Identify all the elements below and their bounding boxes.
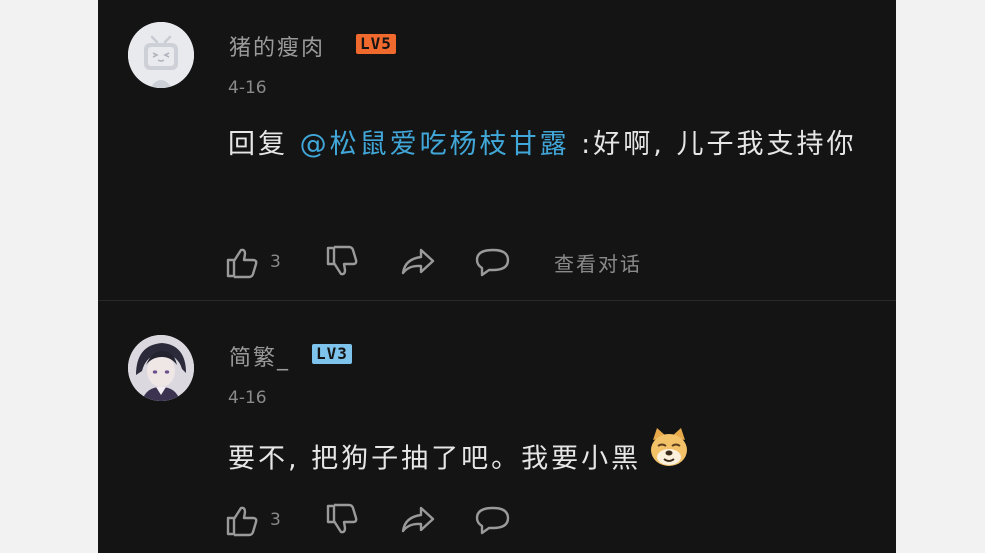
like-button[interactable]: 3 [224, 500, 281, 540]
username[interactable]: 猪的瘦肉 [229, 30, 325, 62]
comment-text: 回复 @松鼠爱吃杨枝甘露 :好啊, 儿子我支持你 [228, 121, 868, 169]
comment-item: 猪的瘦肉 LV5 4-16 回复 @松鼠爱吃杨枝甘露 :好啊, 儿子我支持你 3 [98, 0, 896, 300]
level-badge: LV5 [356, 34, 396, 54]
thumbs-down-icon [326, 503, 358, 534]
share-arrow-icon [401, 506, 435, 533]
view-conversation-link[interactable]: 查看对话 [554, 242, 642, 282]
comment-actions: 3 查看对话 [224, 242, 864, 282]
dislike-button[interactable] [324, 500, 360, 540]
anime-character-avatar [128, 335, 194, 401]
doge-emoji [647, 426, 691, 486]
comment-date: 4-16 [228, 78, 267, 98]
share-button[interactable] [399, 500, 437, 540]
comment-body: :好啊, 儿子我支持你 [569, 129, 857, 160]
username[interactable]: 简繁_ [229, 340, 290, 372]
level-badge: LV3 [312, 344, 352, 364]
like-button[interactable]: 3 [224, 242, 281, 282]
thumbs-down-icon [326, 245, 358, 276]
comment-panel: 猪的瘦肉 LV5 4-16 回复 @松鼠爱吃杨枝甘露 :好啊, 儿子我支持你 3 [98, 0, 896, 553]
thumbs-up-icon [226, 248, 258, 279]
comment-text: 要不, 把狗子抽了吧。我要小黑 [228, 428, 868, 490]
like-count: 3 [270, 510, 281, 530]
reply-button[interactable] [474, 242, 512, 282]
chat-bubble-icon [475, 248, 510, 277]
comment-body: 要不, 把狗子抽了吧。我要小黑 [228, 443, 642, 475]
reply-button[interactable] [474, 500, 512, 540]
dislike-button[interactable] [324, 242, 360, 282]
comment-item: 简繁_ LV3 4-16 要不, 把狗子抽了吧。我要小黑 3 [98, 301, 896, 553]
share-arrow-icon [401, 248, 435, 275]
comment-date: 4-16 [228, 388, 267, 408]
avatar[interactable] [128, 22, 194, 88]
mention-link[interactable]: @松鼠爱吃杨枝甘露 [300, 129, 570, 160]
thumbs-up-icon [226, 506, 258, 537]
chat-bubble-icon [475, 506, 510, 535]
reply-prefix: 回复 [228, 129, 300, 160]
bilibili-tv-default-avatar-icon [128, 22, 194, 88]
avatar[interactable] [128, 335, 194, 401]
share-button[interactable] [399, 242, 437, 282]
comment-actions: 3 [224, 500, 864, 540]
like-count: 3 [270, 252, 281, 272]
